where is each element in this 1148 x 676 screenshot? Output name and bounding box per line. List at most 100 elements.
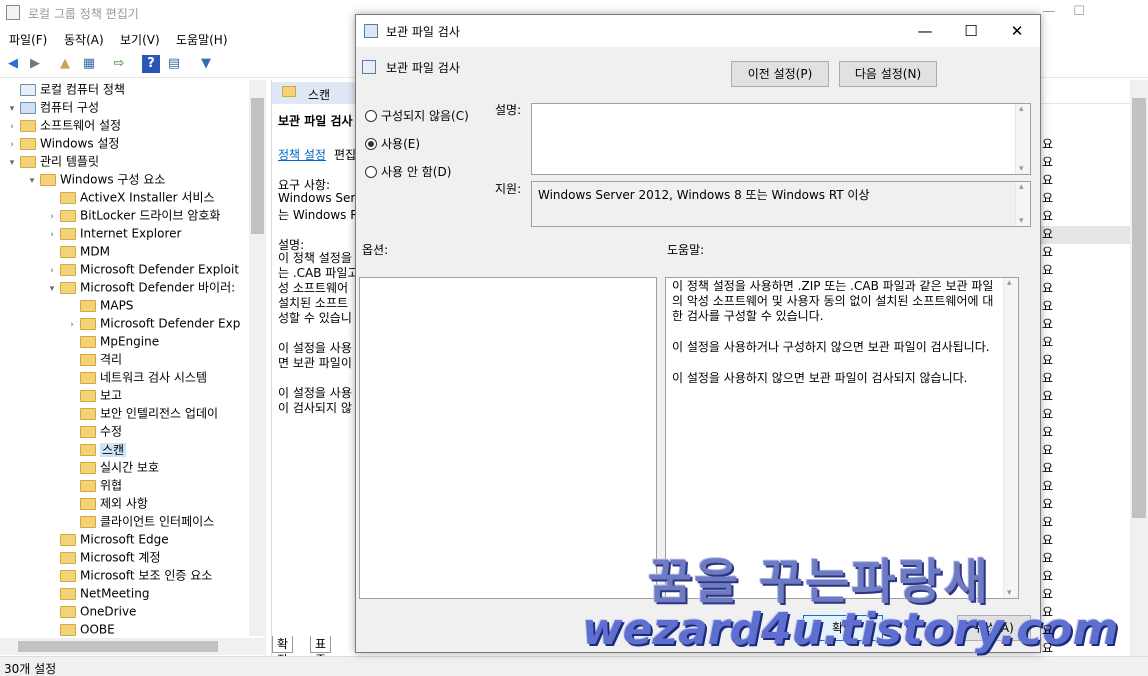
comment-scrollbar[interactable] [1015, 104, 1030, 174]
show-hide-tree-icon[interactable]: ▦ [80, 55, 98, 73]
watermark-url: wezard4u.tistory.com [582, 604, 1119, 655]
tree-item[interactable]: MpEngine [66, 332, 159, 350]
next-setting-button[interactable]: 다음 설정(N) [839, 61, 937, 87]
radio-not-configured[interactable]: 구성되지 않음(C) [365, 107, 469, 124]
tree-item[interactable]: › Microsoft Defender Exp [66, 314, 240, 332]
requirements-text-2: 는 Windows RT [278, 208, 361, 222]
tree-pane[interactable]: 로컬 컴퓨터 정책 ▾ 컴퓨터 구성 › 소프트웨어 설정 › Windows 설정 ▾ 관리 … [0, 80, 266, 656]
list-cell-fragment: 요 [1042, 587, 1054, 601]
properties-icon[interactable]: ▤ [165, 55, 183, 73]
tree-item-label: 위협 [100, 478, 123, 493]
up-folder-icon[interactable]: ▲ [56, 55, 74, 73]
tree-item[interactable]: MAPS [66, 296, 133, 314]
tree-item[interactable]: OneDrive [46, 602, 136, 620]
menu-help[interactable]: 도움말(H) [176, 31, 228, 48]
tab-standard[interactable]: 표준 [310, 636, 332, 667]
setting-icon [362, 60, 376, 74]
menu-view[interactable]: 보기(V) [120, 31, 160, 48]
settings-list-pane[interactable] [1038, 80, 1148, 656]
tree-item[interactable]: 보안 인텔리전스 업데이 [66, 404, 218, 422]
description-line: 설치된 소프트 [278, 296, 349, 310]
list-cell-fragment: 요 [1042, 533, 1054, 547]
status-bar: 30개 설정 [0, 656, 1148, 676]
tree-item[interactable]: 수정 [66, 422, 122, 440]
tree-item-label: MDM [80, 244, 110, 259]
tree-item[interactable]: ▾ 관리 템플릿 [6, 152, 99, 170]
tree-item[interactable]: 로컬 컴퓨터 정책 [6, 80, 125, 98]
list-cell-fragment: 요 [1042, 173, 1054, 187]
comment-label: 설명: [495, 103, 522, 117]
folder-icon [80, 335, 96, 348]
tree-item[interactable]: › Windows 설정 [6, 134, 119, 152]
list-cell-fragment: 요 [1042, 245, 1054, 259]
help-scrollbar[interactable] [1003, 278, 1018, 598]
tree-item[interactable]: 제외 사항 [66, 494, 148, 512]
folder-icon [80, 407, 96, 420]
list-cell-fragment: 요 [1042, 353, 1054, 367]
help-icon[interactable]: ? [142, 55, 160, 73]
list-cell-fragment: 요 [1042, 317, 1054, 331]
tree-item[interactable]: 네트워크 검사 시스템 [66, 368, 207, 386]
help-paragraph: 이 설정을 사용하거나 구성하지 않으면 보관 파일이 검사됩니다. [672, 340, 990, 354]
export-list-icon[interactable]: ⇨ [110, 55, 128, 73]
tree-item[interactable]: NetMeeting [46, 584, 149, 602]
tree-item[interactable]: ▾ Windows 구성 요소 [26, 170, 166, 190]
expanded-chevron-icon[interactable]: ▾ [26, 172, 38, 190]
tab-extended[interactable]: 확장 [272, 636, 294, 667]
tree-item[interactable]: Microsoft 보조 인증 요소 [46, 566, 212, 584]
tree-item[interactable]: 보고 [66, 386, 122, 404]
menu-file[interactable]: 파일(F) [9, 31, 47, 48]
tree-item[interactable]: 위협 [66, 476, 122, 494]
tree-item-label: Microsoft Defender Exploit [80, 262, 240, 277]
tree-item[interactable]: ActiveX Installer 서비스 [46, 188, 215, 206]
folder-icon [80, 317, 96, 330]
tree-hscroll-thumb[interactable] [18, 641, 218, 652]
list-cell-fragment: 요 [1042, 191, 1054, 205]
tree-scroll-thumb[interactable] [251, 98, 264, 234]
previous-setting-button[interactable]: 이전 설정(P) [731, 61, 829, 87]
supported-scrollbar[interactable] [1015, 182, 1030, 226]
tree-item[interactable]: › 소프트웨어 설정 [6, 116, 121, 134]
edit-policy-link[interactable]: 정책 설정 [278, 146, 326, 163]
filter-icon[interactable]: ▼ [197, 55, 215, 73]
close-icon[interactable]: ✕ [1004, 21, 1030, 41]
tree-item[interactable]: › BitLocker 드라이브 암호화 [46, 206, 220, 224]
folder-icon [80, 389, 96, 402]
tree-item-label: Windows 설정 [40, 136, 120, 151]
tree-item[interactable]: 격리 [66, 350, 122, 368]
tree-item[interactable]: 클라이언트 인터페이스 [66, 512, 214, 530]
folder-icon [80, 497, 96, 510]
back-arrow-icon[interactable]: ◀ [4, 55, 22, 73]
help-paragraph: 이 정책 설정을 사용하면 .ZIP 또는 .CAB 파일과 같은 보관 파일의… [672, 279, 994, 323]
comment-textarea[interactable] [531, 103, 1031, 175]
tree-item[interactable]: ▾ Microsoft Defender 바이러: [46, 278, 235, 296]
tree-item-label: 컴퓨터 구성 [40, 100, 100, 115]
forward-arrow-icon[interactable]: ▶ [26, 55, 44, 73]
radio-disabled[interactable]: 사용 안 함(D) [365, 163, 451, 180]
radio-circle[interactable] [365, 109, 377, 122]
maximize-icon[interactable]: ☐ [1064, 4, 1094, 22]
expanded-chevron-icon[interactable]: ▾ [46, 280, 58, 298]
minimize-icon[interactable]: — [912, 21, 938, 41]
tree-item[interactable]: › Internet Explorer [46, 224, 181, 242]
tree-item[interactable]: ▾ 컴퓨터 구성 [6, 98, 99, 116]
expanded-chevron-icon[interactable]: ▾ [6, 154, 18, 172]
radio-label: 사용(E) [381, 137, 421, 151]
tree-item[interactable]: Microsoft 계정 [46, 548, 161, 566]
tree-item[interactable]: 실시간 보호 [66, 458, 159, 476]
list-scroll-thumb[interactable] [1132, 98, 1146, 518]
tree-item-label: Microsoft Edge [80, 532, 169, 547]
radio-circle-checked[interactable] [365, 137, 377, 150]
tree-item[interactable]: Microsoft Edge [46, 530, 169, 548]
tree-item[interactable]: OOBE [46, 620, 115, 638]
list-cell-fragment: 요 [1042, 479, 1054, 493]
list-cell-fragment: 요 [1042, 299, 1054, 313]
radio-circle[interactable] [365, 165, 377, 178]
maximize-icon[interactable]: ☐ [958, 21, 984, 41]
tree-item[interactable]: 스캔 [66, 440, 127, 458]
menu-action[interactable]: 동작(A) [64, 31, 104, 48]
tree-item[interactable]: MDM [46, 242, 110, 260]
tree-item[interactable]: › Microsoft Defender Exploit [46, 260, 239, 278]
radio-enabled[interactable]: 사용(E) [365, 135, 420, 152]
help-paragraph: 이 설정을 사용하지 않으면 보관 파일이 검사되지 않습니다. [672, 371, 968, 385]
